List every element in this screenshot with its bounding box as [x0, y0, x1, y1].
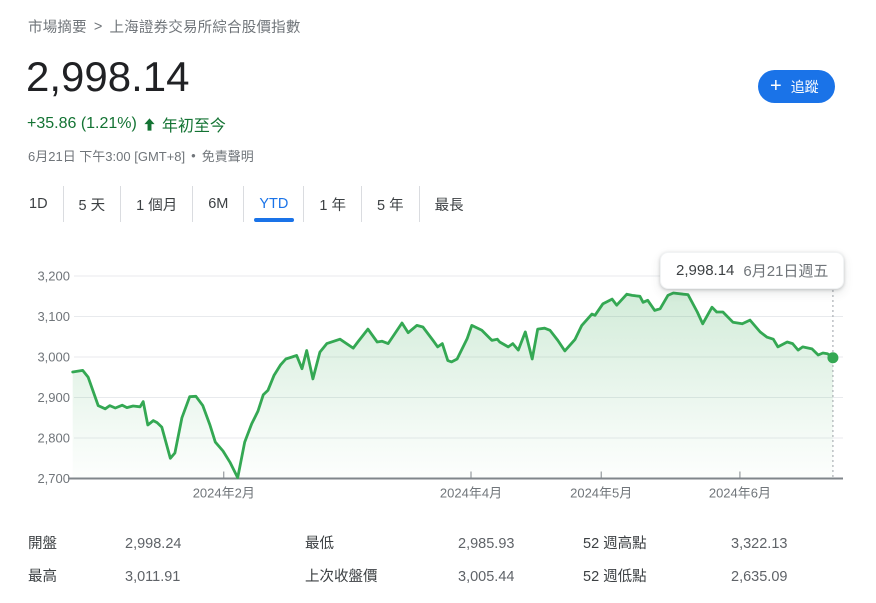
follow-button[interactable]: + 追蹤	[758, 70, 835, 103]
follow-button-label: 追蹤	[791, 77, 819, 97]
y-axis-label: 3,100	[37, 309, 70, 324]
stat-label: 最低	[305, 528, 458, 561]
price-change: +35.86 (1.21%)	[27, 115, 137, 133]
time-range-tab-bar: 1D 5 天 1 個月 6M YTD 1 年 5 年 最長	[28, 186, 479, 222]
stat-value: 2,998.24	[125, 528, 305, 561]
stat-label: 上次收盤價	[305, 561, 458, 594]
tooltip-price: 2,998.14	[676, 262, 734, 279]
quote-datetime: 6月21日 下午3:00 [GMT+8]	[28, 146, 185, 165]
tab-5d[interactable]: 5 天	[64, 186, 122, 222]
x-axis-label: 2024年2月	[193, 486, 255, 501]
current-price: 2,998.14	[26, 53, 190, 101]
stat-label: 最高	[28, 561, 125, 594]
tab-6m[interactable]: 6M	[193, 186, 244, 222]
stat-value: 2,635.09	[731, 561, 850, 594]
stat-value: 3,011.91	[125, 561, 305, 594]
y-axis-label: 2,700	[37, 471, 70, 486]
tab-label: 1 個月	[136, 194, 177, 215]
last-price-dot	[827, 352, 838, 363]
arrow-up-icon	[142, 116, 157, 132]
breadcrumb-link-market-summary[interactable]: 市場摘要	[28, 20, 87, 36]
disclaimer-link[interactable]: 免責聲明	[202, 146, 254, 165]
quote-datetime-row: 6月21日 下午3:00 [GMT+8] • 免責聲明	[28, 146, 254, 165]
tab-1d[interactable]: 1D	[28, 186, 64, 222]
page-title: 上海證券交易所綜合股價指數	[109, 20, 300, 36]
tab-5y[interactable]: 5 年	[362, 186, 420, 222]
breadcrumb: 市場摘要 > 上海證券交易所綜合股價指數	[28, 16, 301, 37]
tab-1m[interactable]: 1 個月	[121, 186, 193, 222]
tab-label: 最長	[435, 194, 464, 215]
tab-label: 1 年	[319, 194, 346, 215]
active-tab-indicator	[254, 218, 294, 222]
tab-label: 1D	[29, 196, 48, 212]
tab-label: 6M	[208, 196, 228, 212]
chart-tooltip: 2,998.14 6月21日週五	[660, 252, 844, 289]
y-axis-label: 2,900	[37, 390, 70, 405]
change-period-label: 年初至今	[162, 112, 226, 136]
stat-label: 52 週高點	[583, 528, 731, 561]
y-axis-label: 2,800	[37, 431, 70, 446]
tab-max[interactable]: 最長	[420, 186, 479, 222]
stat-value: 3,322.13	[731, 528, 850, 561]
stat-value: 2,985.93	[458, 528, 583, 561]
x-axis-label: 2024年6月	[709, 486, 771, 501]
price-area	[73, 293, 833, 479]
stats-table: 開盤2,998.24最低2,985.9352 週高點3,322.13 最高3,01…	[28, 528, 850, 594]
tooltip-date: 6月21日週五	[743, 260, 828, 281]
x-axis-label: 2024年4月	[440, 486, 502, 501]
stat-value: 3,005.44	[458, 561, 583, 594]
stat-label: 52 週低點	[583, 561, 731, 594]
y-axis-label: 3,200	[37, 269, 70, 284]
x-axis-label: 2024年5月	[570, 486, 632, 501]
price-change-row: +35.86 (1.21%) 年初至今	[27, 112, 226, 136]
stat-label: 開盤	[28, 528, 125, 561]
tab-ytd[interactable]: YTD	[244, 186, 304, 222]
y-axis-label: 3,000	[37, 350, 70, 365]
plus-icon: +	[770, 76, 782, 96]
tab-label: YTD	[259, 196, 288, 212]
tab-label: 5 天	[79, 194, 106, 215]
breadcrumb-separator: >	[94, 19, 103, 35]
dot-separator: •	[191, 148, 196, 163]
tab-1y[interactable]: 1 年	[304, 186, 362, 222]
tab-label: 5 年	[377, 194, 404, 215]
